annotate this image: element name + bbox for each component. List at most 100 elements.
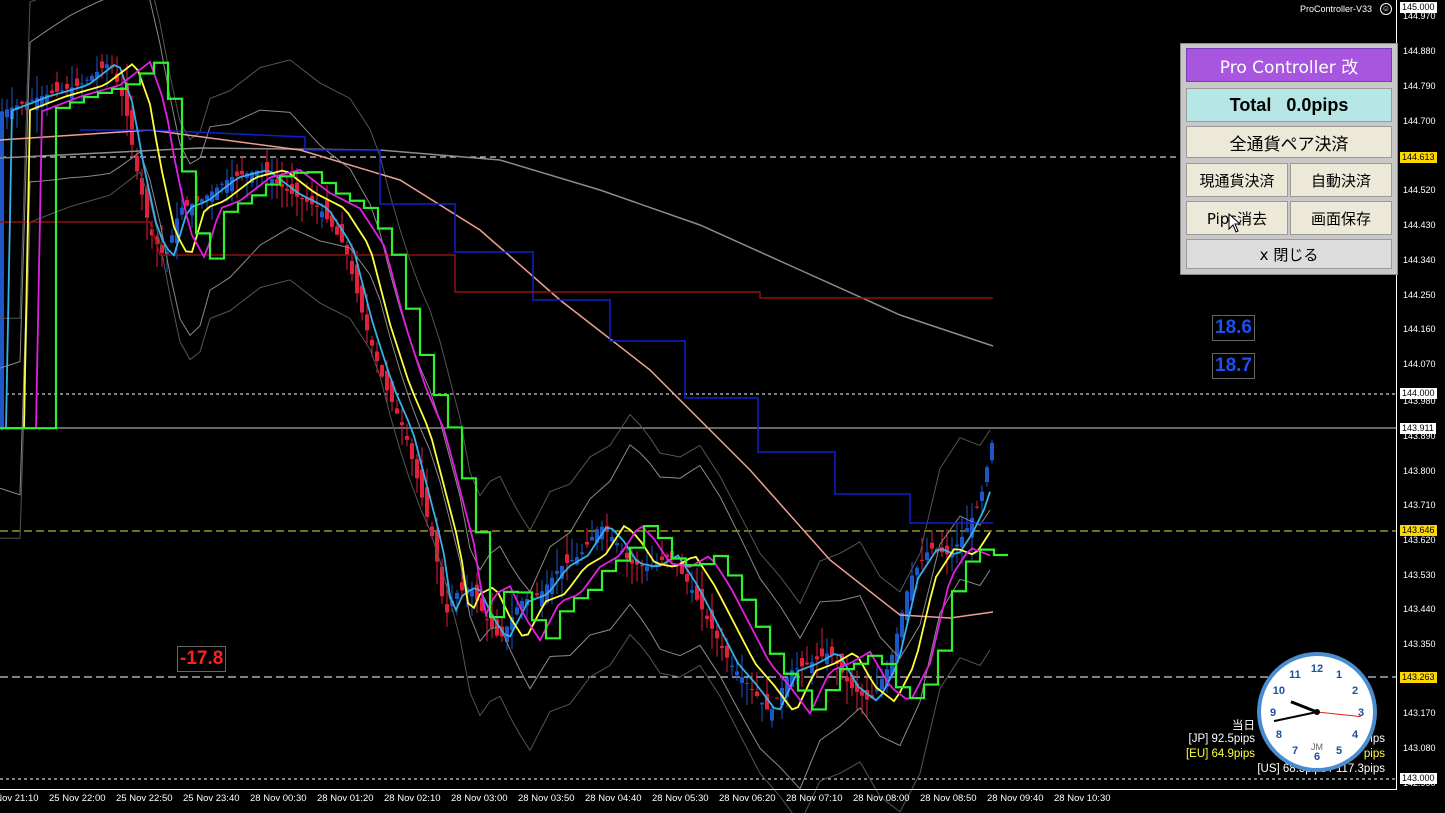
candle-body: [720, 645, 724, 648]
y-tick: 144.340: [1403, 255, 1436, 265]
candle-body: [455, 592, 459, 599]
step-line-darkred: [0, 221, 993, 299]
clock-number: 10: [1273, 685, 1285, 697]
y-tick: 143.530: [1403, 570, 1436, 580]
candle-body: [535, 593, 539, 596]
all-pairs-close-button[interactable]: 全通貨ペア決済: [1186, 126, 1392, 158]
candle-body: [820, 648, 824, 657]
candle-body: [755, 691, 759, 696]
clock-number: 5: [1336, 745, 1342, 757]
clock-number: 6: [1314, 751, 1320, 763]
close-panel-button[interactable]: x 閉じる: [1186, 239, 1392, 269]
pip-label-down: -17.8: [177, 646, 227, 672]
candle-body: [85, 79, 89, 81]
candle-body: [20, 101, 24, 104]
candle-body: [235, 171, 239, 176]
candle-body: [580, 552, 584, 555]
candle-body: [660, 556, 664, 561]
candle-body: [640, 565, 644, 567]
candle-body: [915, 567, 919, 576]
candle-body: [775, 697, 779, 699]
candle-body: [180, 207, 184, 215]
x-tick: 28 Nov 03:00: [451, 793, 508, 804]
candle-body: [645, 566, 649, 572]
candle-body: [740, 677, 744, 683]
candle-body: [690, 590, 694, 593]
y-tick: 144.790: [1403, 81, 1436, 91]
candle-body: [725, 645, 729, 658]
candle-body: [105, 64, 109, 69]
candle-body: [220, 183, 224, 185]
candle-body: [370, 339, 374, 346]
candle-body: [920, 559, 924, 561]
x-tick: 28 Nov 02:10: [384, 793, 441, 804]
candle-body: [965, 528, 969, 533]
candle-body: [565, 554, 569, 563]
clock-number: 4: [1352, 729, 1359, 741]
pip-label-up-1: 18.6: [1212, 315, 1255, 341]
candle-body: [955, 544, 959, 547]
x-tick: 25 Nov 21:10: [0, 793, 39, 804]
candle-body: [365, 314, 369, 331]
price-tag-top: 145.000: [1400, 2, 1437, 13]
candle-body: [585, 541, 589, 545]
x-tick: 28 Nov 10:30: [1054, 793, 1111, 804]
auto-close-button[interactable]: 自動決済: [1290, 163, 1392, 197]
analog-clock: 12 1234567891011 JM: [1257, 652, 1377, 772]
y-tick: 144.250: [1403, 290, 1436, 300]
candle-body: [380, 365, 384, 377]
candle-body: [350, 260, 354, 274]
x-tick: 28 Nov 07:10: [786, 793, 843, 804]
y-tick: 143.620: [1403, 535, 1436, 545]
candle-body: [205, 195, 209, 200]
candle-body: [980, 491, 984, 501]
stats-eu: [EU] 64.9pips: [1185, 748, 1255, 760]
candle-body: [845, 676, 849, 682]
candle-body: [130, 110, 134, 145]
y-tick: 144.520: [1403, 185, 1436, 195]
ma-mid-yellow: [0, 63, 991, 711]
time-axis: [0, 789, 1396, 790]
candle-body: [990, 442, 994, 461]
y-tick: 144.070: [1403, 359, 1436, 369]
price-tag-bottom: 143.000: [1400, 773, 1437, 784]
stats-header: 当日: [1232, 720, 1255, 732]
x-tick: 28 Nov 00:30: [250, 793, 307, 804]
candle-body: [345, 244, 349, 255]
bollinger-lower-2: [0, 171, 991, 813]
candle-body: [590, 536, 594, 541]
candle-body: [30, 99, 34, 101]
x-tick: 28 Nov 06:20: [719, 793, 776, 804]
y-tick: 144.700: [1403, 116, 1436, 126]
x-tick: 28 Nov 09:40: [987, 793, 1044, 804]
candle-body: [285, 188, 289, 191]
candle-body: [800, 657, 804, 667]
clock-number: 9: [1270, 707, 1276, 719]
candle-body: [275, 179, 279, 184]
candle-body: [375, 351, 379, 362]
current-pair-close-button[interactable]: 現通貨決済: [1186, 163, 1288, 197]
pro-controller-panel: Pro Controller 改 Total 0.0pips 全通貨ペア決済 現…: [1180, 43, 1398, 275]
price-tag-lower: 143.263: [1400, 672, 1437, 683]
panel-title: Pro Controller 改: [1186, 48, 1392, 82]
x-tick: 28 Nov 04:40: [585, 793, 642, 804]
x-tick: 25 Nov 23:40: [183, 793, 240, 804]
candle-body: [400, 422, 404, 426]
candle-body: [735, 671, 739, 676]
candle-body: [610, 536, 614, 542]
pip-label-up-2: 18.7: [1212, 353, 1255, 379]
candle-body: [185, 200, 189, 206]
candle-body: [395, 408, 399, 414]
candle-body: [315, 205, 319, 207]
candle-body: [930, 542, 934, 549]
candle-body: [515, 607, 519, 615]
candle-body: [170, 235, 174, 243]
candle-body: [75, 78, 79, 86]
close-icon[interactable]: ☺: [1380, 3, 1392, 15]
screen-save-button[interactable]: 画面保存: [1290, 201, 1392, 235]
x-tick: 28 Nov 08:00: [853, 793, 910, 804]
candle-body: [730, 665, 734, 668]
candle-body: [715, 630, 719, 639]
clock-number: 2: [1352, 685, 1358, 697]
x-tick: 28 Nov 05:30: [652, 793, 709, 804]
